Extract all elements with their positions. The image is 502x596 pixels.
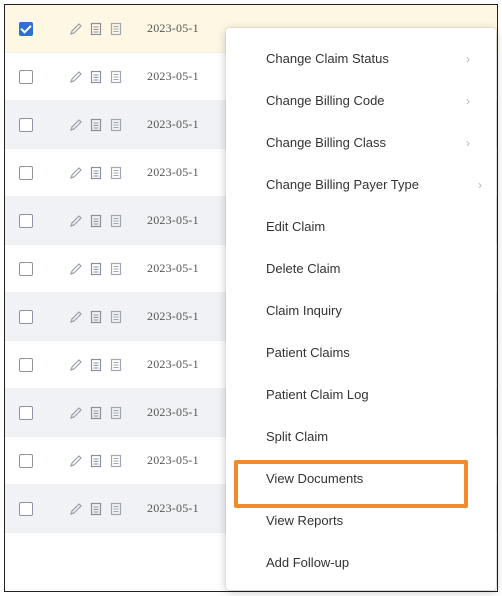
menu-item-label: Patient Claim Log <box>266 387 369 402</box>
row-actions <box>69 214 123 228</box>
context-menu: Change Claim Status › Change Billing Cod… <box>226 28 496 590</box>
document-icon[interactable] <box>89 454 103 468</box>
notes-icon[interactable] <box>109 22 123 36</box>
row-checkbox[interactable] <box>19 213 33 228</box>
row-checkbox[interactable] <box>19 21 33 36</box>
document-icon[interactable] <box>89 166 103 180</box>
claim-date: 2023-05-1 <box>147 117 199 131</box>
chevron-right-icon: › <box>478 178 482 192</box>
chevron-right-icon: › <box>466 52 470 66</box>
row-actions <box>69 262 123 276</box>
notes-icon[interactable] <box>109 454 123 468</box>
document-icon[interactable] <box>89 502 103 516</box>
chevron-right-icon: › <box>466 94 470 108</box>
claim-date: 2023-05-1 <box>147 261 199 275</box>
document-icon[interactable] <box>89 262 103 276</box>
menu-item-change-claim-status[interactable]: Change Claim Status › <box>226 38 496 80</box>
menu-item-label: View Reports <box>266 513 344 528</box>
menu-item-view-reports[interactable]: View Reports <box>226 500 496 542</box>
menu-item-change-billing-code[interactable]: Change Billing Code › <box>226 80 496 122</box>
menu-item-label: Delete Claim <box>266 261 341 276</box>
menu-item-label: Change Billing Payer Type <box>266 177 419 192</box>
menu-item-delete-claim[interactable]: Delete Claim <box>226 248 496 290</box>
menu-item-label: Add Follow-up <box>266 555 350 570</box>
row-actions <box>69 166 123 180</box>
document-icon[interactable] <box>89 214 103 228</box>
menu-item-label: Change Billing Code <box>266 93 385 108</box>
row-checkbox[interactable] <box>19 405 33 420</box>
notes-icon[interactable] <box>109 358 123 372</box>
row-checkbox[interactable] <box>19 357 33 372</box>
claim-date: 2023-05-1 <box>147 405 199 419</box>
claim-date: 2023-05-1 <box>147 501 199 515</box>
document-icon[interactable] <box>89 70 103 84</box>
edit-pencil-icon[interactable] <box>69 22 83 36</box>
claim-date: 2023-05-1 <box>147 309 199 323</box>
document-icon[interactable] <box>89 310 103 324</box>
menu-item-claim-inquiry[interactable]: Claim Inquiry <box>226 290 496 332</box>
notes-icon[interactable] <box>109 214 123 228</box>
row-checkbox[interactable] <box>19 309 33 324</box>
row-actions <box>69 310 123 324</box>
row-actions <box>69 406 123 420</box>
claim-date: 2023-05-1 <box>147 69 199 83</box>
menu-item-patient-claims[interactable]: Patient Claims <box>226 332 496 374</box>
document-icon[interactable] <box>89 118 103 132</box>
claim-date: 2023-05-1 <box>147 213 199 227</box>
row-checkbox[interactable] <box>19 117 33 132</box>
edit-pencil-icon[interactable] <box>69 166 83 180</box>
edit-pencil-icon[interactable] <box>69 262 83 276</box>
menu-item-label: Split Claim <box>266 429 329 444</box>
row-actions <box>69 358 123 372</box>
notes-icon[interactable] <box>109 118 123 132</box>
menu-item-edit-claim[interactable]: Edit Claim <box>226 206 496 248</box>
edit-pencil-icon[interactable] <box>69 502 83 516</box>
claim-date: 2023-05-1 <box>147 357 199 371</box>
menu-item-label: Edit Claim <box>266 219 326 234</box>
notes-icon[interactable] <box>109 262 123 276</box>
claim-date: 2023-05-1 <box>147 21 199 35</box>
row-actions <box>69 118 123 132</box>
menu-item-change-billing-class[interactable]: Change Billing Class › <box>226 122 496 164</box>
edit-pencil-icon[interactable] <box>69 310 83 324</box>
row-actions <box>69 454 123 468</box>
menu-item-label: Change Claim Status <box>266 51 389 66</box>
chevron-right-icon: › <box>466 136 470 150</box>
menu-item-change-billing-payer-type[interactable]: Change Billing Payer Type › <box>226 164 496 206</box>
row-checkbox[interactable] <box>19 261 33 276</box>
edit-pencil-icon[interactable] <box>69 70 83 84</box>
notes-icon[interactable] <box>109 406 123 420</box>
row-checkbox[interactable] <box>19 453 33 468</box>
claim-date: 2023-05-1 <box>147 453 199 467</box>
notes-icon[interactable] <box>109 502 123 516</box>
row-actions <box>69 70 123 84</box>
edit-pencil-icon[interactable] <box>69 118 83 132</box>
notes-icon[interactable] <box>109 70 123 84</box>
edit-pencil-icon[interactable] <box>69 214 83 228</box>
row-checkbox[interactable] <box>19 69 33 84</box>
menu-item-label: Claim Inquiry <box>266 303 342 318</box>
notes-icon[interactable] <box>109 310 123 324</box>
menu-item-label: Patient Claims <box>266 345 350 360</box>
edit-pencil-icon[interactable] <box>69 454 83 468</box>
menu-item-label: View Documents <box>266 471 364 486</box>
menu-item-split-claim[interactable]: Split Claim <box>226 416 496 458</box>
row-checkbox[interactable] <box>19 501 33 516</box>
row-actions <box>69 502 123 516</box>
row-actions <box>69 22 123 36</box>
notes-icon[interactable] <box>109 166 123 180</box>
menu-item-patient-claim-log[interactable]: Patient Claim Log <box>226 374 496 416</box>
menu-item-add-follow-up[interactable]: Add Follow-up <box>226 542 496 584</box>
row-checkbox[interactable] <box>19 165 33 180</box>
document-icon[interactable] <box>89 22 103 36</box>
edit-pencil-icon[interactable] <box>69 358 83 372</box>
document-icon[interactable] <box>89 406 103 420</box>
document-icon[interactable] <box>89 358 103 372</box>
edit-pencil-icon[interactable] <box>69 406 83 420</box>
menu-item-label: Change Billing Class <box>266 135 386 150</box>
claim-date: 2023-05-1 <box>147 165 199 179</box>
menu-item-view-documents[interactable]: View Documents <box>226 458 496 508</box>
